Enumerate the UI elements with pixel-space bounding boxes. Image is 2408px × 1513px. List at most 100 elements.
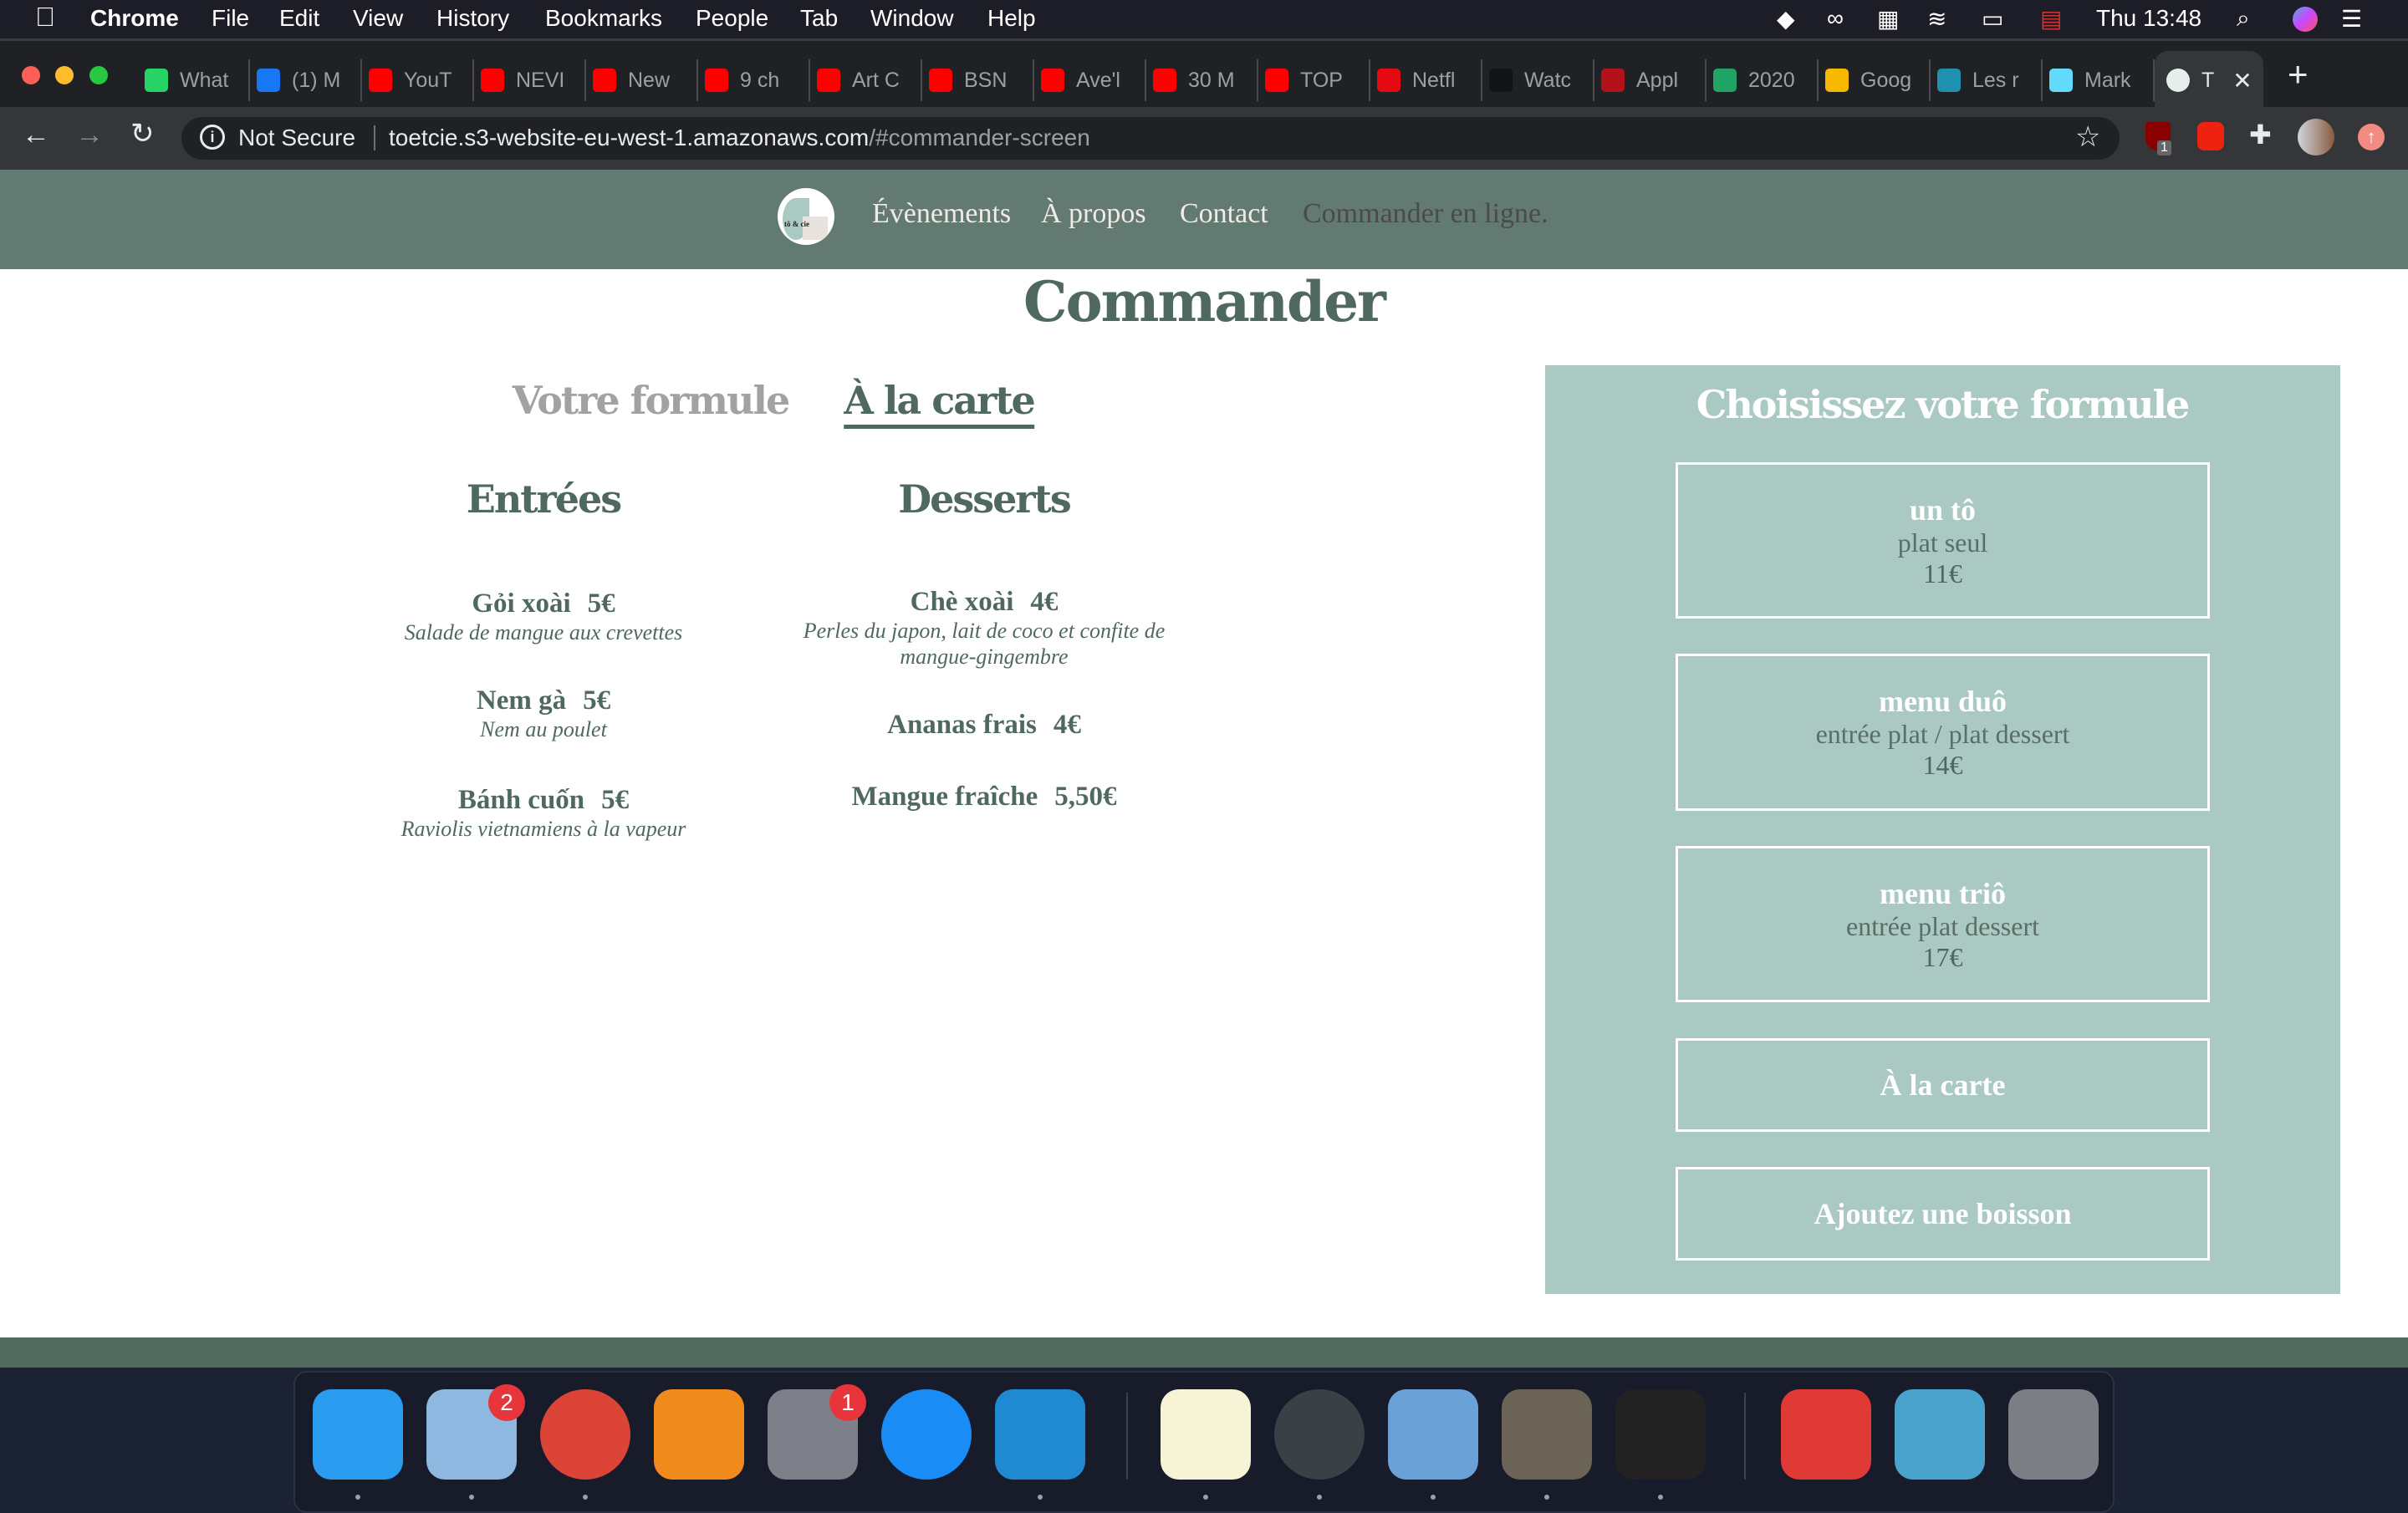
digital-color-meter-icon[interactable] [1274,1389,1365,1480]
browser-tab[interactable]: Les r [1931,59,2043,101]
browser-tab[interactable]: 2020 [1707,59,1819,101]
toetcie-logo-favicon-icon [2166,69,2190,92]
formula-menu-duo-button[interactable]: menu duô entrée plat / plat dessert 14€ [1676,654,2210,811]
maximize-window-button[interactable] [89,66,108,84]
menu-item-che-xoai[interactable]: Chè xoài 4€ Perles du japon, lait de coco… [804,587,1166,670]
dropbox-icon[interactable]: ◆ [1777,5,1795,33]
menu-item-nem-ga[interactable]: Nem gà 5€ Nem au poulet [477,685,610,742]
browser-tab[interactable]: Art C [810,59,922,101]
forward-button[interactable]: → [75,119,104,151]
menu-tab[interactable]: Tab [800,5,838,32]
menu-edit[interactable]: Edit [279,5,319,32]
finder-icon[interactable] [313,1389,403,1480]
menu-bookmarks[interactable]: Bookmarks [545,5,662,32]
creative-cloud-icon[interactable]: ∞ [1827,5,1844,32]
siri-icon[interactable] [2293,7,2318,32]
site-logo[interactable]: tô & cie [778,188,834,245]
browser-tab[interactable]: (1) M [250,59,362,101]
bookmark-star-icon[interactable]: ☆ [2075,120,2100,154]
menu-item-goi-xoai[interactable]: Gỏi xoài 5€ Salade de mangue aux crevette… [405,588,683,645]
formula-un-to-button[interactable]: un tô plat seul 11€ [1676,462,2210,619]
browser-tab[interactable]: Ave'l [1034,59,1146,101]
browser-tab[interactable]: 9 ch [698,59,810,101]
formula-menu-trio-button[interactable]: menu triô entrée plat dessert 17€ [1676,846,2210,1002]
menu-history[interactable]: History [436,5,509,32]
vlc-icon[interactable] [654,1389,744,1480]
new-tab-button[interactable]: + [2288,54,2309,94]
notification-badge: 1 [829,1384,866,1421]
info-icon[interactable]: i [200,125,225,150]
dock-status-icon[interactable]: ▦ [1877,5,1899,33]
tab-active[interactable]: T ✕ [2155,51,2263,110]
tab-a-la-carte[interactable]: À la carte [844,378,1036,429]
folder-icon[interactable] [1895,1389,1985,1480]
browser-tab[interactable]: NEVI [474,59,586,101]
extensions-puzzle-icon[interactable]: ✚ [2249,119,2272,150]
browser-tab[interactable]: Goog [1819,59,1931,101]
menu-view[interactable]: View [353,5,403,32]
menu-file[interactable]: File [212,5,249,32]
tab-votre-formule[interactable]: Votre formule [513,378,790,423]
menu-item-mangue-fraiche[interactable]: Mangue fraîche 5,50€ [852,782,1117,813]
menu-item-ananas-frais[interactable]: Ananas frais 4€ [887,710,1081,741]
browser-tab[interactable]: Appl [1594,59,1707,101]
wifi-icon[interactable]: ≋ [1927,5,1946,33]
close-window-button[interactable] [22,66,40,84]
battery-icon[interactable]: ▭ [1982,5,2003,33]
vscode-icon[interactable] [995,1389,1085,1480]
reload-button[interactable]: ↻ [130,117,155,150]
us-flag-icon[interactable]: ▤ [2040,5,2062,33]
nav-evenements[interactable]: Évènements [872,198,1011,230]
a-la-carte-button[interactable]: À la carte [1676,1038,2210,1132]
item-price: 5,50€ [1054,782,1117,812]
profile-avatar[interactable] [2298,119,2334,155]
not-secure-label[interactable]: Not Secure [238,125,355,151]
gimp-icon[interactable] [1502,1389,1592,1480]
chrome-icon[interactable] [540,1389,630,1480]
browser-tab[interactable]: BSN [922,59,1034,101]
menu-help[interactable]: Help [987,5,1036,32]
spotlight-search-icon[interactable]: ⌕ [2237,5,2250,33]
adblock-icon[interactable] [2197,122,2224,150]
update-arrow-icon[interactable]: ↑ [2358,124,2385,150]
terminal-icon[interactable] [1615,1389,1706,1480]
browser-tab[interactable]: Mark [2043,59,2155,101]
browser-tab[interactable]: Watc [1482,59,1594,101]
notes-icon[interactable] [1161,1389,1251,1480]
system-preferences-icon[interactable]: 1 [768,1384,866,1480]
a-la-carte-label: À la carte [1880,1068,2006,1102]
browser-tab[interactable]: Netfl [1370,59,1482,101]
running-indicator [1431,1495,1436,1500]
nav-contact[interactable]: Contact [1180,198,1268,230]
app-store-icon[interactable] [881,1389,972,1480]
mail-icon[interactable]: 2 [426,1384,525,1480]
browser-tab[interactable]: 30 M [1146,59,1258,101]
panel-heading: Choisissez votre formule [1696,382,2191,427]
nav-a-propos[interactable]: À propos [1041,198,1146,230]
url-text[interactable]: toetcie.s3-website-eu-west-1.amazonaws.c… [389,125,1090,151]
formula-price: 17€ [1922,941,1963,972]
creative-cloud-folder-icon[interactable] [1781,1389,1871,1480]
close-tab-icon[interactable]: ✕ [2232,67,2252,94]
menu-app-name[interactable]: Chrome [90,5,179,32]
preview-icon[interactable] [1388,1389,1478,1480]
browser-tab[interactable]: TOP [1258,59,1370,101]
nav-commander-en-ligne[interactable]: Commander en ligne. [1303,198,1548,230]
add-drink-button[interactable]: Ajoutez une boisson [1676,1167,2210,1261]
back-button[interactable]: ← [22,119,50,151]
browser-tab[interactable]: What [138,59,250,101]
item-description-line2: mangue-gingembre [900,644,1069,669]
formula-description: entrée plat / plat dessert [1815,719,2070,749]
notification-center-icon[interactable]: ☰ [2341,5,2362,33]
trash-icon[interactable] [2008,1389,2099,1480]
apple-menu-icon[interactable]:  [35,2,55,33]
menu-item-banh-cuon[interactable]: Bánh cuốn 5€ Raviolis vietnamiens à la va… [401,785,686,842]
browser-tab[interactable]: YouT [362,59,474,101]
youtube-icon [1041,69,1064,92]
menu-people[interactable]: People [696,5,768,32]
menu-window[interactable]: Window [870,5,954,32]
browser-tab[interactable]: New [586,59,698,101]
clock[interactable]: Thu 13:48 [2096,5,2201,32]
minimize-window-button[interactable] [55,66,74,84]
address-bar[interactable]: i Not Secure toetcie.s3-website-eu-west-… [181,117,2120,160]
